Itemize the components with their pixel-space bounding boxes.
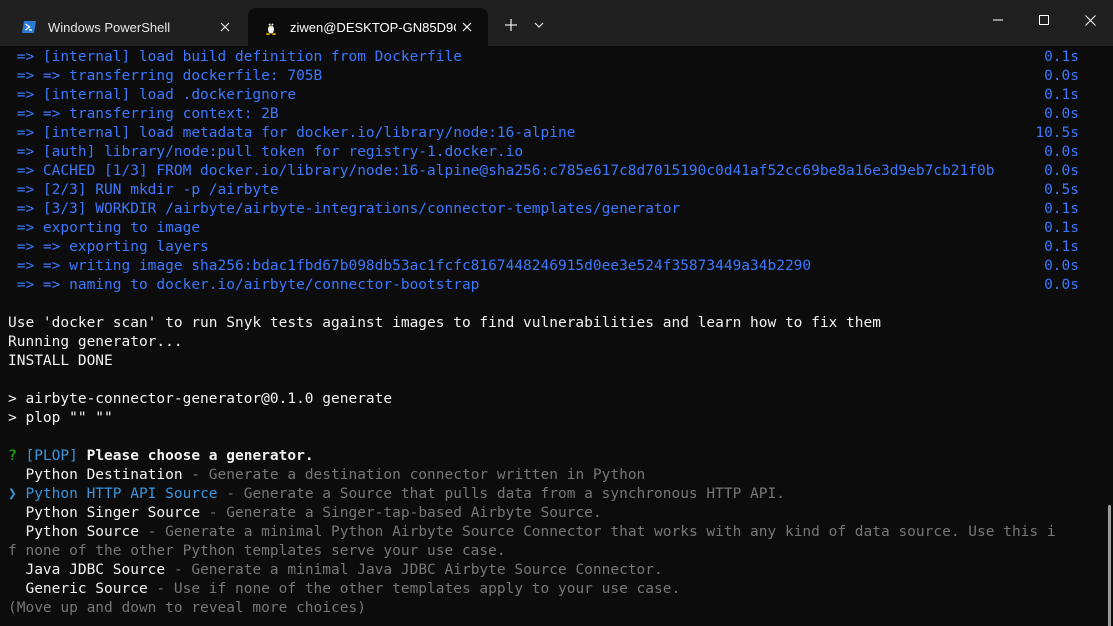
- build-step-time: 0.0s: [1044, 163, 1079, 179]
- minimize-button[interactable]: [975, 0, 1021, 40]
- terminal-window: Windows PowerShell ziwen@DESKTOP-GN85D9O…: [0, 0, 1113, 626]
- tab-ubuntu[interactable]: ziwen@DESKTOP-GN85D9O: /: [248, 8, 488, 46]
- tab-dropdown-button[interactable]: [528, 12, 550, 38]
- choice-name: Python Destination: [25, 467, 183, 483]
- build-step-line: => => transferring context: 2B: [8, 106, 279, 122]
- build-step-time: 0.0s: [1044, 258, 1079, 274]
- build-step-time: 0.0s: [1044, 144, 1079, 160]
- maximize-button[interactable]: [1021, 0, 1067, 40]
- choice-name: Python Source: [25, 524, 139, 540]
- tab-bar: Windows PowerShell ziwen@DESKTOP-GN85D9O…: [0, 0, 1113, 46]
- plop-question: Please choose a generator.: [77, 448, 314, 464]
- generator-choice[interactable]: Java JDBC Source - Generate a minimal Ja…: [8, 561, 663, 580]
- generator-choice[interactable]: Python Singer Source - Generate a Singer…: [8, 504, 602, 523]
- generator-choice[interactable]: Generic Source - Use if none of the othe…: [8, 580, 680, 599]
- pointer-icon: ❯: [8, 486, 17, 502]
- generator-choice-selected[interactable]: ❯ Python HTTP API Source - Generate a So…: [8, 485, 785, 504]
- scrollbar[interactable]: [1108, 505, 1111, 626]
- command-line: > airbyte-connector-generator@0.1.0 gene…: [8, 391, 393, 407]
- build-step-time: 0.1s: [1044, 239, 1079, 255]
- linux-tux-icon: [262, 18, 280, 36]
- build-step-line: => [internal] load metadata for docker.i…: [8, 125, 576, 141]
- choice-name: Generic Source: [25, 581, 148, 597]
- build-step-line: => [auth] library/node:pull token for re…: [8, 144, 524, 160]
- build-step-line: => [internal] load build definition from…: [8, 49, 462, 65]
- question-mark: ?: [8, 448, 17, 464]
- build-step-line: => => naming to docker.io/airbyte/connec…: [8, 277, 480, 293]
- build-step-line: => [3/3] WORKDIR /airbyte/airbyte-integr…: [8, 201, 681, 217]
- build-step-time: 0.1s: [1044, 201, 1079, 217]
- scan-hint-line: Use 'docker scan' to run Snyk tests agai…: [8, 315, 881, 331]
- build-step-time: 10.5s: [1035, 125, 1079, 141]
- chevron-down-icon: [534, 22, 544, 28]
- terminal-output[interactable]: => [internal] load build definition from…: [0, 46, 1113, 626]
- close-icon: [1084, 14, 1096, 26]
- powershell-icon: [20, 18, 38, 36]
- plop-question-line: ? [PLOP] Please choose a generator.: [8, 447, 314, 466]
- build-step-line: => => transferring dockerfile: 705B: [8, 68, 323, 84]
- choice-desc: - Use if none of the other templates app…: [147, 581, 681, 597]
- choice-desc: - Generate a minimal Python Airbyte Sour…: [138, 524, 1056, 540]
- tab-title: Windows PowerShell: [48, 19, 171, 35]
- build-step-time: 0.1s: [1044, 87, 1079, 103]
- maximize-icon: [1039, 15, 1049, 25]
- build-step-time: 0.0s: [1044, 277, 1079, 293]
- build-step-time: 0.0s: [1044, 68, 1079, 84]
- choice-desc: - Generate a Singer-tap-based Airbyte So…: [200, 505, 602, 521]
- plop-tag: [PLOP]: [25, 448, 78, 464]
- build-step-time: 0.5s: [1044, 182, 1079, 198]
- choice-desc: - Generate a minimal Java JDBC Airbyte S…: [165, 562, 663, 578]
- new-tab-button[interactable]: [498, 12, 524, 38]
- build-step-line: => [internal] load .dockerignore: [8, 87, 297, 103]
- close-icon[interactable]: [214, 16, 236, 38]
- close-icon[interactable]: [456, 16, 478, 38]
- choice-desc-wrap: f none of the other Python templates ser…: [8, 543, 506, 559]
- tab-title: ziwen@DESKTOP-GN85D9O: /: [290, 19, 456, 35]
- close-window-button[interactable]: [1067, 0, 1113, 40]
- choice-name: Python Singer Source: [25, 505, 201, 521]
- minimize-icon: [993, 19, 1003, 21]
- generator-choice[interactable]: Python Destination - Generate a destinat…: [8, 466, 645, 485]
- build-step-time: 0.1s: [1044, 220, 1079, 236]
- choice-name: Java JDBC Source: [25, 562, 166, 578]
- running-generator-line: Running generator...: [8, 334, 183, 350]
- build-step-time: 0.1s: [1044, 49, 1079, 65]
- choice-name: Python HTTP API Source: [25, 486, 218, 502]
- generator-choice[interactable]: Python Source - Generate a minimal Pytho…: [8, 523, 1056, 542]
- command-line: > plop "" "": [8, 410, 113, 426]
- build-step-line: => => exporting layers: [8, 239, 209, 255]
- tab-windows-powershell[interactable]: Windows PowerShell: [6, 8, 246, 46]
- build-step-time: 0.0s: [1044, 106, 1079, 122]
- build-step-line: => [2/3] RUN mkdir -p /airbyte: [8, 182, 279, 198]
- build-step-line: => => writing image sha256:bdac1fbd67b09…: [8, 258, 812, 274]
- more-choices-hint: (Move up and down to reveal more choices…: [8, 600, 366, 616]
- build-step-line: => CACHED [1/3] FROM docker.io/library/n…: [8, 163, 995, 179]
- install-done-line: INSTALL DONE: [8, 353, 113, 369]
- choice-desc: - Generate a Source that pulls data from…: [217, 486, 785, 502]
- build-step-line: => exporting to image: [8, 220, 201, 236]
- choice-desc: - Generate a destination connector writt…: [182, 467, 646, 483]
- plus-icon: [505, 19, 517, 31]
